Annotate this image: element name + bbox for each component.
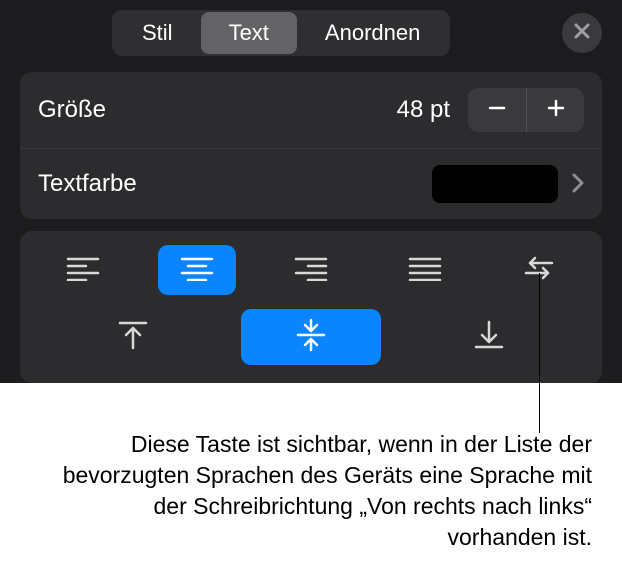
textcolor-label: Textfarbe (38, 170, 432, 198)
alignment-section (20, 231, 602, 383)
align-left-icon (66, 255, 100, 286)
close-button[interactable] (562, 13, 602, 53)
valign-middle-button[interactable] (241, 309, 381, 365)
valign-bottom-button[interactable] (419, 309, 559, 365)
size-stepper (468, 88, 584, 132)
tab-anordnen[interactable]: Anordnen (297, 12, 448, 54)
textcolor-swatch (432, 165, 558, 203)
minus-icon (486, 97, 508, 124)
plus-icon (545, 97, 567, 124)
increase-button[interactable] (526, 88, 584, 132)
decrease-button[interactable] (468, 88, 526, 132)
valign-top-icon (116, 318, 150, 357)
tab-stil[interactable]: Stil (114, 12, 201, 54)
callout-leader-line (539, 273, 540, 433)
align-center-button[interactable] (158, 245, 236, 295)
valign-top-button[interactable] (63, 309, 203, 365)
textcolor-row[interactable]: Textfarbe (20, 148, 602, 219)
tab-text[interactable]: Text (201, 12, 297, 54)
property-group: Größe 48 pt Textfarbe (20, 72, 602, 219)
horizontal-alignment-row (44, 245, 578, 295)
align-right-icon (294, 255, 328, 286)
property-rows: Größe 48 pt Textfarbe (0, 72, 622, 231)
caption-area: Diese Taste ist sichtbar, wenn in der Li… (0, 403, 622, 553)
size-value: 48 pt (397, 96, 450, 124)
panel-header: Stil Text Anordnen (0, 0, 622, 72)
align-justify-icon (408, 255, 442, 286)
valign-middle-icon (294, 318, 328, 357)
valign-bottom-icon (472, 318, 506, 357)
vertical-alignment-row (44, 309, 578, 365)
chevron-right-icon (572, 169, 584, 200)
format-panel: Stil Text Anordnen Größe 48 pt (0, 0, 622, 383)
align-justify-button[interactable] (386, 245, 464, 295)
align-right-button[interactable] (272, 245, 350, 295)
size-row: Größe 48 pt (20, 72, 602, 148)
align-center-icon (180, 255, 214, 286)
size-label: Größe (38, 96, 397, 124)
tab-bar: Stil Text Anordnen (112, 10, 450, 56)
caption-text: Diese Taste ist sichtbar, wenn in der Li… (0, 429, 592, 553)
align-left-button[interactable] (44, 245, 122, 295)
close-icon (573, 22, 591, 45)
